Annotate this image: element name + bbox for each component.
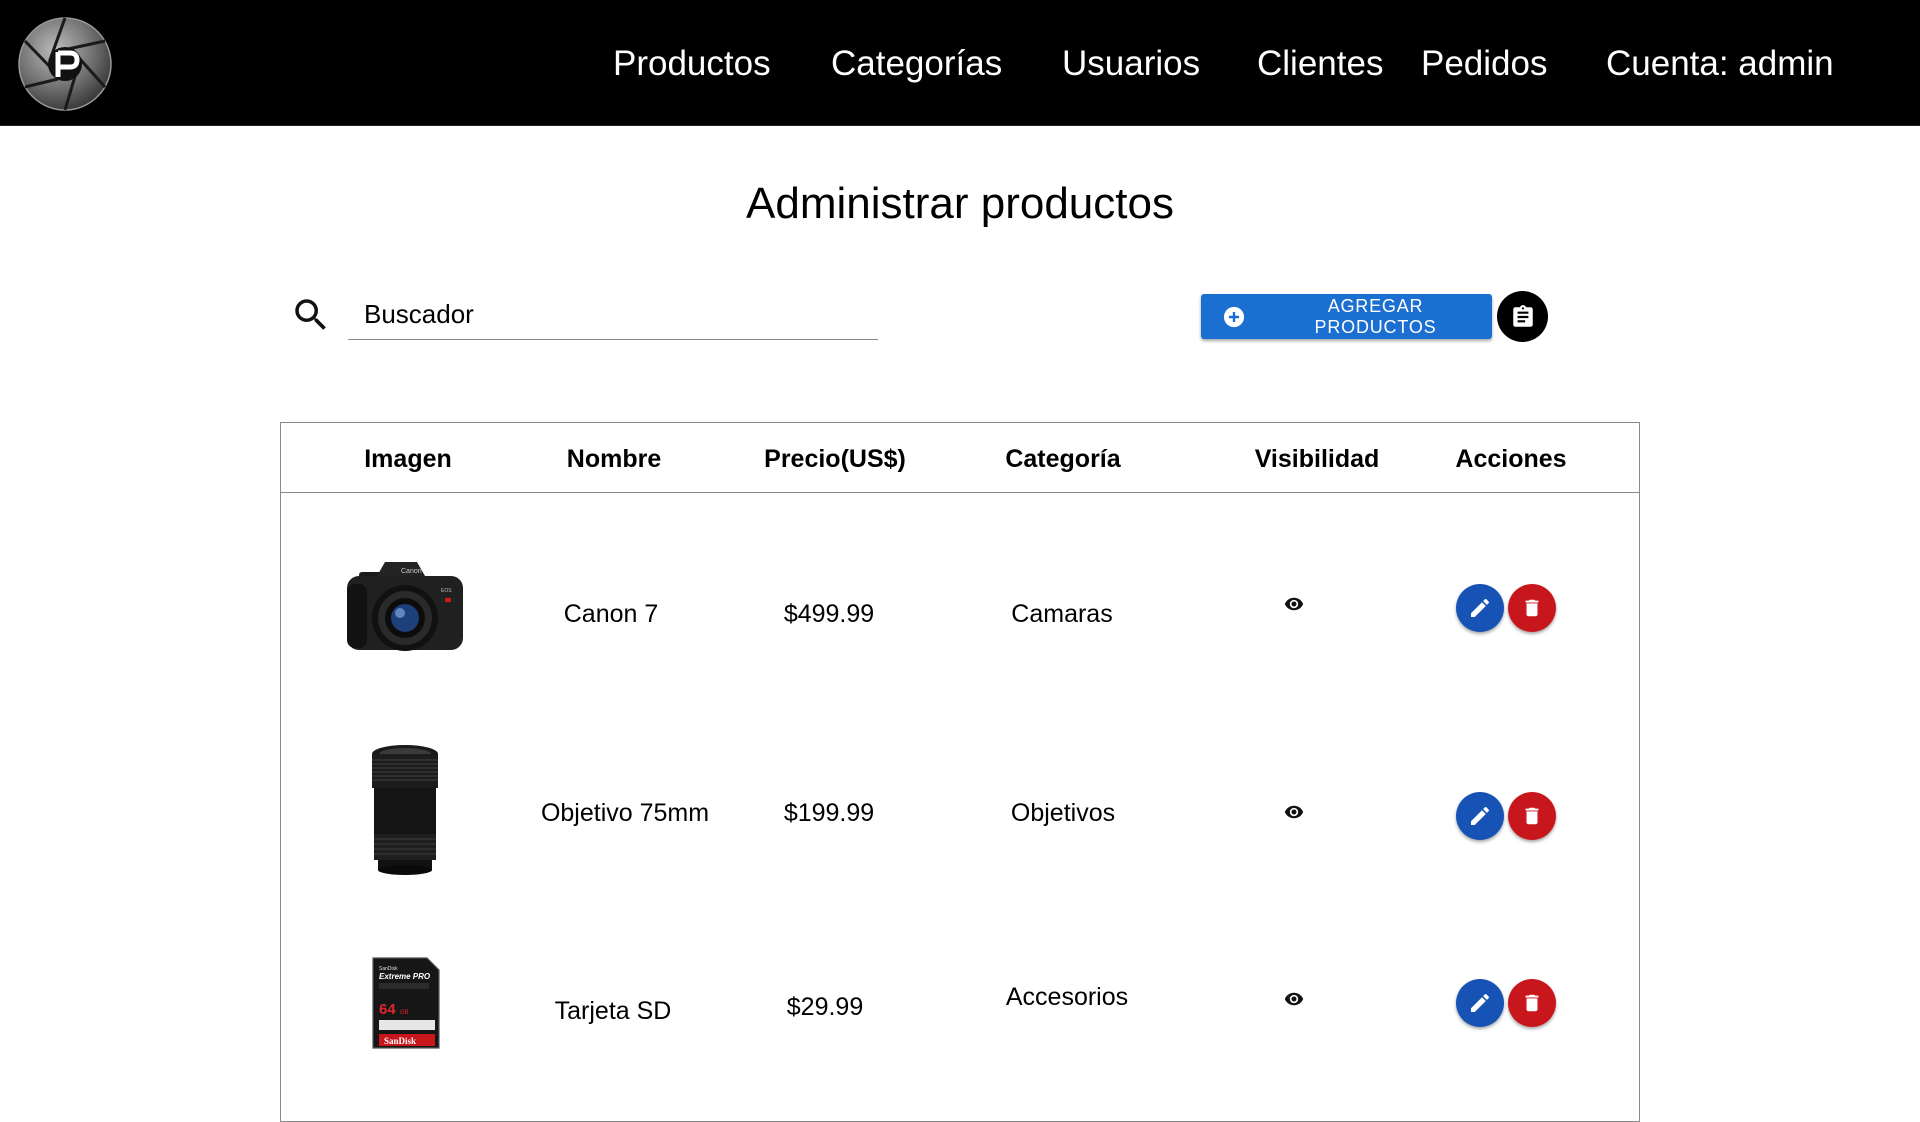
svg-text:64: 64 [379, 1001, 396, 1018]
report-button[interactable] [1497, 291, 1548, 342]
column-header-precio[interactable]: Precio(US$) [764, 444, 906, 474]
nav-cuenta[interactable]: Cuenta: admin [1606, 44, 1834, 84]
svg-text:SanDisk: SanDisk [384, 1036, 416, 1046]
trash-icon [1525, 994, 1539, 1012]
nav-clientes[interactable]: Clientes [1257, 44, 1383, 84]
column-header-visibilidad[interactable]: Visibilidad [1255, 444, 1380, 474]
column-header-acciones[interactable]: Acciones [1455, 444, 1566, 474]
nav-usuarios[interactable]: Usuarios [1062, 44, 1200, 84]
trash-icon [1525, 599, 1539, 617]
svg-text:GB: GB [400, 1010, 409, 1016]
add-circle-icon [1223, 306, 1245, 327]
product-name: Tarjeta SD [554, 997, 672, 1025]
delete-button[interactable] [1508, 979, 1556, 1027]
product-image-camera: Canon EOS [347, 562, 463, 651]
svg-text:Extreme PRO: Extreme PRO [379, 972, 431, 981]
edit-button[interactable] [1456, 584, 1504, 632]
products-table [280, 422, 1640, 1122]
nav-pedidos[interactable]: Pedidos [1421, 44, 1547, 84]
product-price: $199.99 [783, 799, 875, 827]
logo-aperture-icon[interactable] [18, 17, 112, 111]
nav-categorias[interactable]: Categorías [831, 44, 1002, 84]
nav-productos[interactable]: Productos [613, 44, 771, 84]
pencil-icon [1471, 806, 1490, 825]
add-products-button[interactable]: AGREGAR PRODUCTOS [1201, 294, 1492, 339]
search-input[interactable] [348, 290, 878, 340]
search-icon [295, 299, 326, 330]
column-header-nombre[interactable]: Nombre [567, 444, 661, 474]
edit-button[interactable] [1456, 979, 1504, 1027]
eye-icon[interactable] [1280, 989, 1308, 1009]
product-price: $29.99 [786, 993, 864, 1021]
product-image-sd-card: SanDisk Extreme PRO 64 GB SanDisk [372, 957, 440, 1049]
delete-button[interactable] [1508, 792, 1556, 840]
clipboard-icon [1512, 304, 1533, 327]
eye-icon[interactable] [1280, 802, 1308, 822]
pencil-icon [1471, 598, 1490, 617]
table-header-divider [280, 492, 1640, 493]
product-category: Accesorios [1005, 983, 1129, 1011]
edit-button[interactable] [1456, 792, 1504, 840]
eye-icon[interactable] [1280, 594, 1308, 614]
svg-text:Canon: Canon [401, 568, 422, 575]
product-name: Objetivo 75mm [540, 799, 710, 827]
trash-icon [1525, 807, 1539, 825]
pencil-icon [1471, 993, 1490, 1012]
page-title: Administrar productos [746, 179, 1174, 228]
product-name: Canon 7 [563, 600, 659, 628]
delete-button[interactable] [1508, 584, 1556, 632]
product-price: $499.99 [783, 600, 875, 628]
product-category: Objetivos [1010, 799, 1116, 827]
svg-text:EOS: EOS [441, 588, 452, 594]
product-category: Camaras [1011, 600, 1113, 628]
top-navbar: Productos Categorías Usuarios Clientes P… [0, 0, 1920, 126]
column-header-imagen[interactable]: Imagen [364, 444, 452, 474]
product-image-lens [372, 745, 438, 875]
add-products-label: AGREGAR PRODUCTOS [1314, 295, 1437, 337]
column-header-categoria[interactable]: Categoría [1005, 444, 1120, 474]
